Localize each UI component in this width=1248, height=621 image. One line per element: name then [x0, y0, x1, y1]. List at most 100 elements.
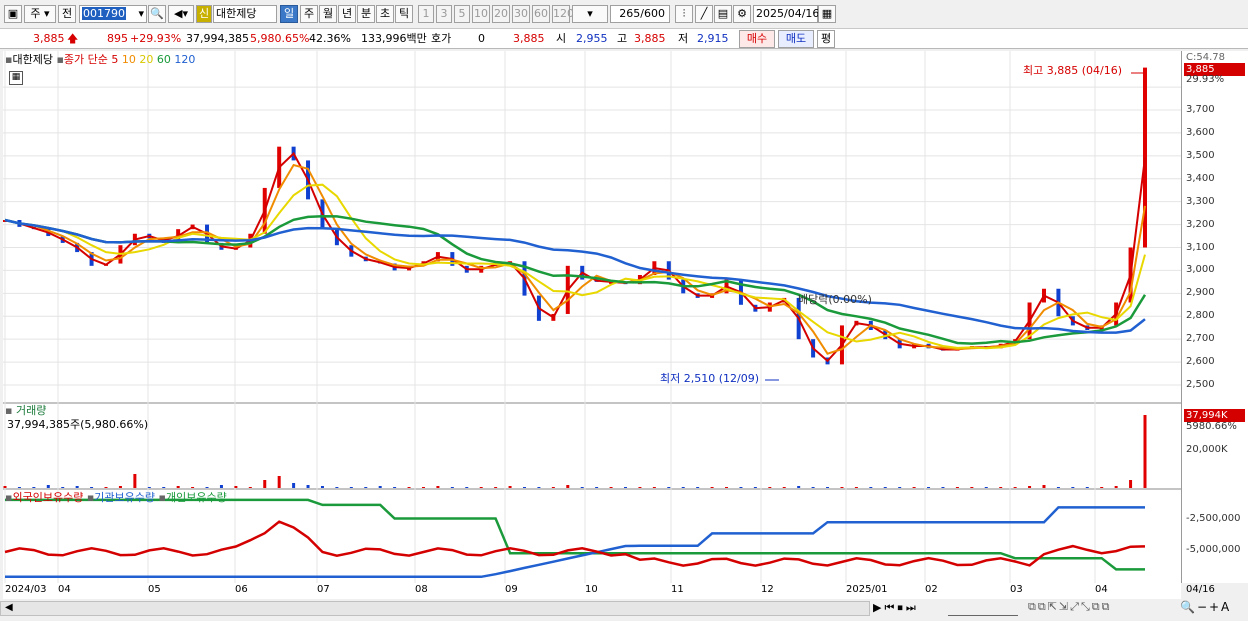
- chart-area[interactable]: ▪대한제당 ▪종가 단순 5 10 20 60 120 ▦ 최고 3,885 (…: [3, 51, 1181, 583]
- volume-bar: [580, 487, 584, 488]
- save-icon[interactable]: ▤: [714, 5, 732, 23]
- period-tab-4[interactable]: 분: [357, 5, 375, 23]
- price-tick: 3,100: [1186, 241, 1215, 253]
- volume-bar: [522, 487, 526, 488]
- search-icon[interactable]: 🔍: [148, 5, 166, 23]
- c-label: C:54.78: [1186, 52, 1225, 63]
- high-annotation: 최고 3,885 (04/16): [1023, 64, 1123, 77]
- candle-icon[interactable]: ⫶: [675, 5, 693, 23]
- volume-bar: [739, 487, 743, 488]
- count-field[interactable]: 265/600: [610, 5, 670, 23]
- scroll-left-icon[interactable]: ◀: [5, 602, 13, 613]
- x-axis-label: 03: [1010, 584, 1023, 595]
- volume-bar: [797, 486, 801, 488]
- low-annotation: 최저 2,510 (12/09): [660, 372, 760, 385]
- volume-bar: [854, 487, 858, 488]
- volume-bar: [710, 487, 714, 488]
- x-axis-label: 02: [925, 584, 938, 595]
- chart-tools-icon[interactable]: ⧉⧉⇱⇲⤢⤡⧉⧉: [1028, 600, 1111, 614]
- prev-button[interactable]: 전: [58, 5, 76, 23]
- zoom-controls[interactable]: 🔍−+A: [1180, 600, 1231, 614]
- volume-bar: [955, 487, 959, 488]
- x-axis-label: 04: [58, 584, 71, 595]
- price-tick: 2,900: [1186, 287, 1215, 299]
- layout-icon[interactable]: ▣: [4, 5, 22, 23]
- volume-bar: [46, 485, 50, 488]
- volume-bar: [292, 483, 296, 488]
- legend-ma5: 5: [111, 53, 119, 66]
- volume-bar: [306, 485, 310, 488]
- volume-bar: [75, 486, 79, 488]
- table-icon[interactable]: ▦: [9, 71, 23, 85]
- price-candle: [1143, 67, 1147, 248]
- volume-bar: [1013, 487, 1017, 488]
- volume-bar: [1042, 485, 1046, 488]
- period-tab-5[interactable]: 초: [376, 5, 394, 23]
- eval-button[interactable]: 평: [817, 30, 835, 48]
- legend-marker-icon: ▪: [5, 404, 13, 417]
- volume-bar: [638, 487, 642, 488]
- x-axis: 2024/03 04 05 06 07 08 09 10 11 12 2025/01 02 03 04: [3, 583, 1181, 599]
- interval-button-120[interactable]: 120: [552, 5, 574, 23]
- price-tick: 2,500: [1186, 379, 1215, 390]
- trade-amount: 133,996백만: [361, 32, 427, 45]
- period-tab-2[interactable]: 월: [319, 5, 337, 23]
- interval-button-3[interactable]: 3: [436, 5, 452, 23]
- interval-button-10[interactable]: 10: [472, 5, 490, 23]
- date-field[interactable]: 2025/04/16: [753, 5, 819, 23]
- period-tab-6[interactable]: 틱: [395, 5, 413, 23]
- volume-bar: [595, 487, 599, 488]
- volume-bar: [609, 487, 613, 488]
- horizontal-scrollbar[interactable]: ◀: [0, 601, 870, 616]
- buy-button[interactable]: 매수: [739, 30, 775, 48]
- volume-bar: [508, 486, 512, 488]
- volume-bar: [133, 474, 137, 488]
- code-value: 001790: [82, 7, 126, 20]
- interval-button-60[interactable]: 60: [532, 5, 550, 23]
- interval-button-5[interactable]: 5: [454, 5, 470, 23]
- line-tool-icon[interactable]: ╱: [695, 5, 713, 23]
- volume-bar: [566, 485, 570, 488]
- bid-label: 호가: [431, 32, 452, 45]
- volume-bar: [205, 487, 209, 488]
- period-tab-0[interactable]: 일: [280, 5, 298, 23]
- sell-button[interactable]: 매도: [778, 30, 814, 48]
- x-axis-label: 10: [585, 584, 598, 595]
- zoom-slider[interactable]: [948, 601, 1018, 616]
- count-value: 265: [619, 7, 641, 20]
- chevron-down-icon[interactable]: ▾: [138, 6, 146, 22]
- new-badge: 신: [196, 5, 212, 23]
- volume-bar: [162, 487, 166, 488]
- volume-bar: [912, 487, 916, 488]
- calendar-icon[interactable]: ▦: [818, 5, 836, 23]
- gear-icon[interactable]: ⚙: [733, 5, 751, 23]
- volume-bar: [248, 487, 252, 488]
- period-tab-3[interactable]: 년: [338, 5, 356, 23]
- speaker-icon[interactable]: ◀▾: [168, 5, 194, 23]
- volume-bar: [61, 487, 65, 488]
- volume-title: 거래량: [15, 404, 47, 417]
- interval-button-30[interactable]: 30: [512, 5, 530, 23]
- volume-bar: [826, 487, 830, 488]
- legend-marker-icon: ▪: [56, 53, 64, 66]
- interval-button-1[interactable]: 1: [418, 5, 434, 23]
- volume-bar: [234, 486, 238, 488]
- holding-tick-1: -2,500,000: [1186, 513, 1241, 524]
- stock-name[interactable]: 대한제당: [213, 5, 277, 23]
- volume-bar: [176, 486, 180, 488]
- market-select[interactable]: 주 ▾: [24, 5, 56, 23]
- volume-bar: [551, 487, 555, 488]
- playback-controls[interactable]: ▶⏮⏹⏭: [873, 601, 919, 615]
- code-input[interactable]: 001790 ▾: [79, 5, 147, 23]
- market-label: 주: [30, 7, 41, 20]
- volume-bar: [1129, 480, 1133, 488]
- volume-text: 37,994,385주(5,980.66%): [7, 418, 149, 431]
- volume-bar: [941, 487, 945, 488]
- x-axis-right-label: 04/16: [1186, 584, 1215, 595]
- foreign-holding-line: [4, 520, 1146, 567]
- period-tab-1[interactable]: 주: [300, 5, 318, 23]
- price-tick: 3,000: [1186, 264, 1215, 276]
- interval-dropdown[interactable]: ▾: [572, 5, 608, 23]
- volume-bar: [681, 487, 685, 488]
- interval-button-20[interactable]: 20: [492, 5, 510, 23]
